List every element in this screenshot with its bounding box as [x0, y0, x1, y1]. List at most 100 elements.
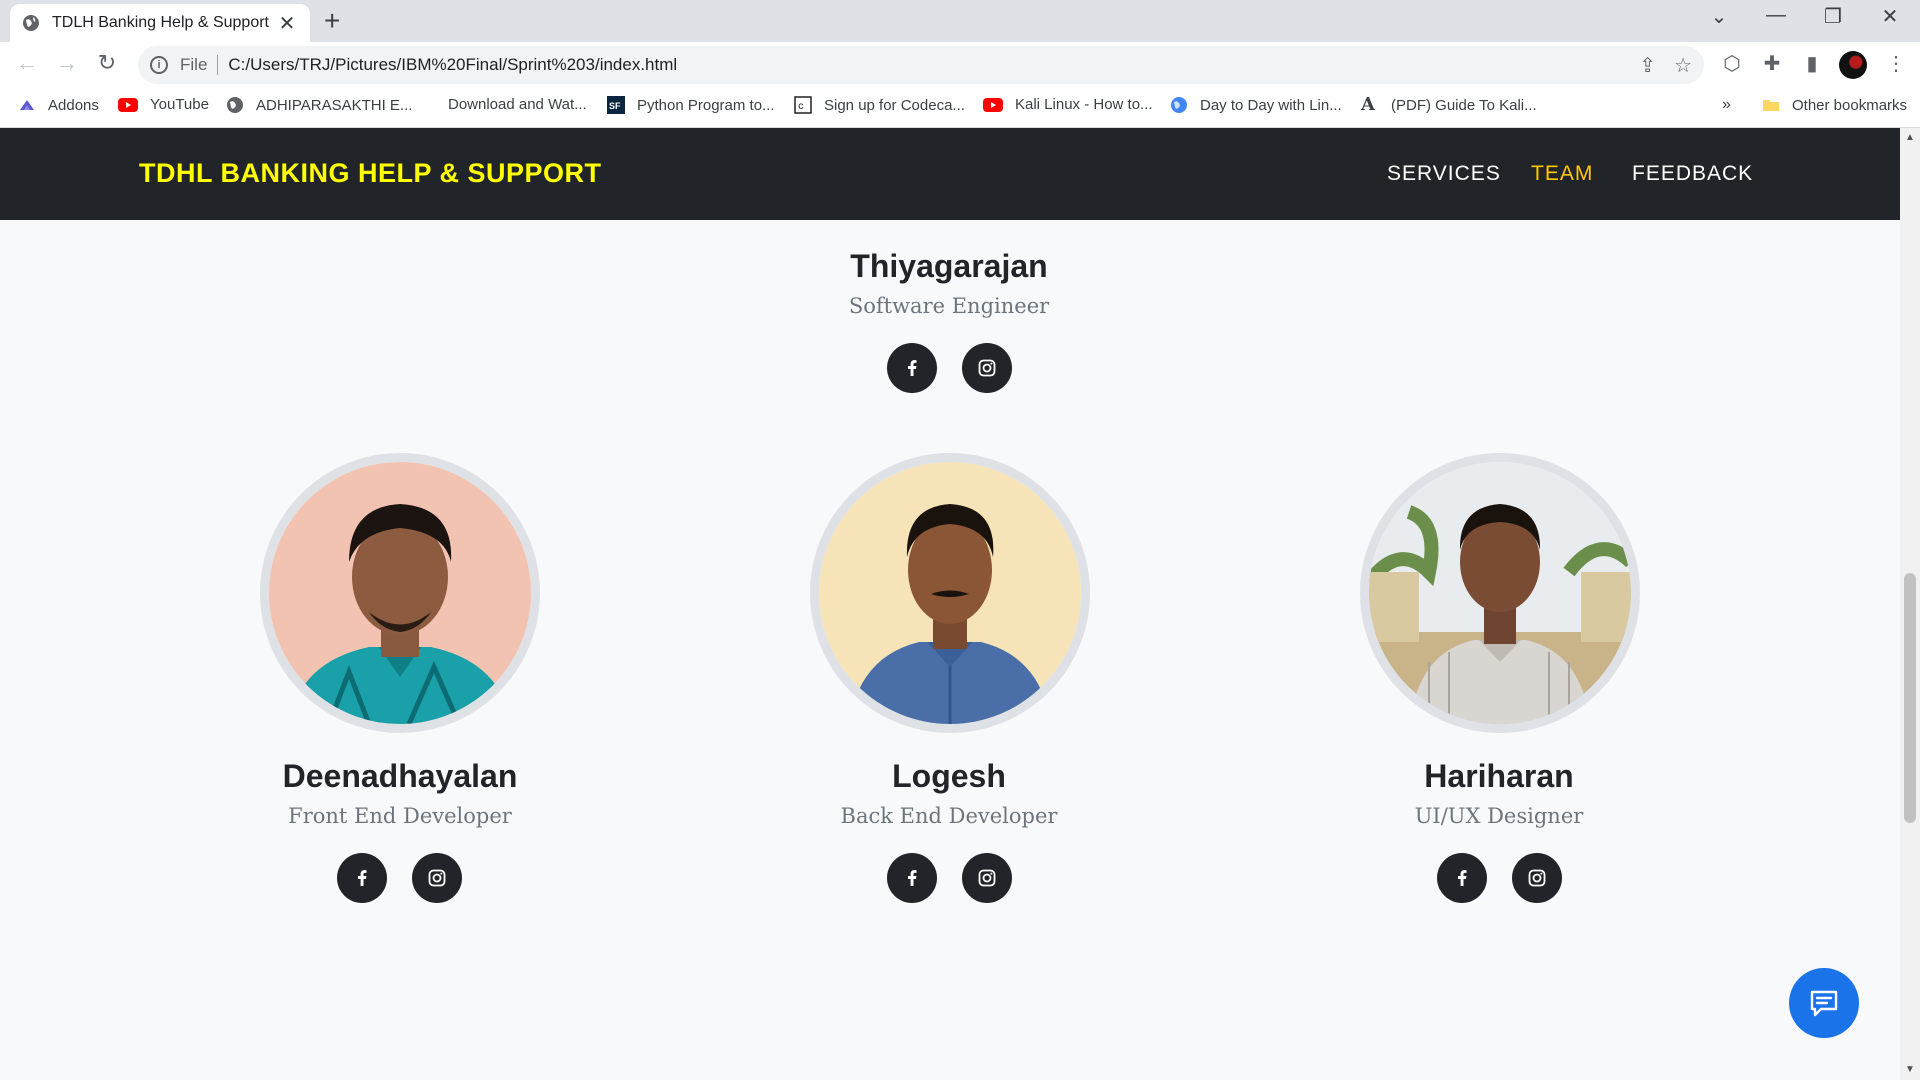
codecademy-icon: c [794, 96, 812, 114]
portrait-image [819, 462, 1081, 724]
site-brand[interactable]: TDHL BANKING HELP & SUPPORT [139, 158, 602, 189]
bookmark-label: Other bookmarks [1792, 96, 1908, 114]
bookmark-linux[interactable]: Day to Day with Lin... [1170, 96, 1342, 114]
page-scrollbar[interactable]: ▲ ▼ [1900, 128, 1920, 1080]
bookmark-kali[interactable]: Kali Linux - How to... [983, 96, 1153, 113]
browser-tab[interactable]: TDLH Banking Help & Support ✕ [10, 4, 310, 42]
member-role: UI/UX Designer [1414, 804, 1584, 828]
avatar-hariharan [1360, 453, 1640, 733]
url-text[interactable]: C:/Users/TRJ/Pictures/IBM%20Final/Sprint… [228, 55, 1621, 75]
bookmark-label: YouTube [150, 96, 209, 113]
site-navbar: TDHL BANKING HELP & SUPPORT SERVICES TEA… [0, 128, 1900, 220]
folder-icon [1763, 100, 1779, 111]
instagram-button[interactable] [412, 853, 462, 903]
bookmark-label: Addons [48, 96, 99, 114]
nav-link-services[interactable]: SERVICES [1387, 162, 1501, 186]
lead-facebook-button[interactable] [887, 343, 937, 393]
facebook-button[interactable] [1437, 853, 1487, 903]
svg-text:SF: SF [609, 101, 621, 111]
instagram-button[interactable] [1512, 853, 1562, 903]
bookmark-other[interactable]: Other bookmarks [1762, 96, 1907, 114]
addons-icon [20, 100, 34, 110]
bookmark-addons[interactable]: Addons [18, 96, 99, 114]
academia-icon: A [1361, 94, 1375, 115]
star-icon[interactable]: ☆ [1674, 53, 1692, 78]
window-close-icon[interactable]: ✕ [1870, 4, 1910, 29]
puzzle-icon[interactable]: ✚ [1758, 51, 1786, 76]
bookmark-codecademy[interactable]: c Sign up for Codeca... [794, 96, 965, 114]
nav-link-feedback[interactable]: FEEDBACK [1632, 162, 1753, 186]
globe-icon [227, 97, 243, 113]
facebook-icon [358, 870, 367, 886]
member-name: Deenadhayalan [282, 758, 518, 794]
lead-role: Software Engineer [848, 294, 1050, 318]
bookmark-label: Day to Day with Lin... [1200, 96, 1342, 114]
file-label: File [180, 55, 208, 74]
sf-icon: SF [607, 96, 625, 114]
instagram-icon [1528, 869, 1546, 887]
forward-icon[interactable]: → [52, 50, 82, 76]
share-icon[interactable]: ⇪ [1639, 53, 1656, 78]
extension-shield-icon[interactable]: ⬡ [1718, 51, 1746, 76]
facebook-icon [908, 360, 917, 376]
omnibox-divider [217, 55, 219, 75]
member-role: Back End Developer [840, 804, 1058, 828]
bookmark-pdf-guide[interactable]: A (PDF) Guide To Kali... [1361, 96, 1537, 114]
member-name: Logesh [892, 758, 1006, 794]
youtube-icon [983, 97, 1003, 112]
bookmark-python[interactable]: SF Python Program to... [607, 96, 775, 114]
chat-icon [1810, 990, 1838, 1017]
bookmark-youtube[interactable]: YouTube [118, 96, 209, 113]
new-tab-icon[interactable]: + [324, 6, 340, 36]
member-role: Front End Developer [288, 804, 512, 828]
facebook-icon [908, 870, 917, 886]
address-bar[interactable]: i File C:/Users/TRJ/Pictures/IBM%20Final… [138, 46, 1704, 84]
close-tab-icon[interactable]: ✕ [276, 11, 298, 36]
info-icon[interactable]: i [150, 56, 168, 74]
bookmarks-bar: Addons YouTube ADHIPARASAKTHI E... Downl… [0, 88, 1920, 128]
lead-name: Thiyagarajan [850, 248, 1048, 284]
restore-icon[interactable]: ❐ [1813, 4, 1853, 29]
portrait-image [269, 462, 531, 724]
instagram-button[interactable] [962, 853, 1012, 903]
avatar-logesh [810, 453, 1090, 733]
minimize-icon[interactable]: — [1756, 4, 1796, 27]
avatar-deenadhayalan [260, 453, 540, 733]
reload-icon[interactable]: ↻ [92, 50, 122, 76]
instagram-icon [978, 359, 996, 377]
bookmark-download[interactable]: Download and Wat... [448, 96, 587, 113]
tab-title: TDLH Banking Help & Support [52, 14, 269, 31]
menu-icon[interactable]: ⋮ [1882, 51, 1910, 76]
bookmark-label: ADHIPARASAKTHI E... [256, 96, 413, 114]
back-icon[interactable]: ← [12, 50, 42, 76]
tab-strip: TDLH Banking Help & Support ✕ + ⌄ — ❐ ✕ [0, 0, 1920, 42]
nav-link-team[interactable]: TEAM [1531, 162, 1593, 186]
bookmark-label: (PDF) Guide To Kali... [1391, 96, 1537, 114]
portrait-image [1369, 462, 1631, 724]
scroll-up-icon[interactable]: ▲ [1905, 132, 1915, 143]
instagram-icon [428, 869, 446, 887]
bookmarks-overflow[interactable]: » [1722, 96, 1731, 114]
bookmark-label: Download and Wat... [448, 96, 587, 113]
globe-blue-icon [1171, 97, 1187, 113]
scrollbar-thumb[interactable] [1904, 573, 1916, 823]
youtube-icon [118, 97, 138, 112]
bookmark-label: Sign up for Codeca... [824, 96, 965, 114]
facebook-icon [1458, 870, 1467, 886]
instagram-icon [978, 869, 996, 887]
globe-icon [23, 15, 39, 31]
lead-instagram-button[interactable] [962, 343, 1012, 393]
scroll-down-icon[interactable]: ▼ [1905, 1064, 1915, 1075]
member-name: Hariharan [1424, 758, 1574, 794]
svg-text:c: c [798, 102, 804, 113]
facebook-button[interactable] [887, 853, 937, 903]
tab-search-icon[interactable]: ⌄ [1699, 4, 1739, 29]
bookmark-adhiparasakthi[interactable]: ADHIPARASAKTHI E... [226, 96, 412, 114]
facebook-button[interactable] [337, 853, 387, 903]
side-panel-icon[interactable]: ▮ [1798, 51, 1826, 76]
profile-avatar[interactable] [1839, 51, 1867, 79]
bookmark-label: Kali Linux - How to... [1015, 96, 1153, 113]
bookmark-label: Python Program to... [637, 96, 775, 114]
browser-toolbar: ← → ↻ i File C:/Users/TRJ/Pictures/IBM%2… [0, 42, 1920, 88]
chat-button[interactable] [1789, 968, 1859, 1038]
